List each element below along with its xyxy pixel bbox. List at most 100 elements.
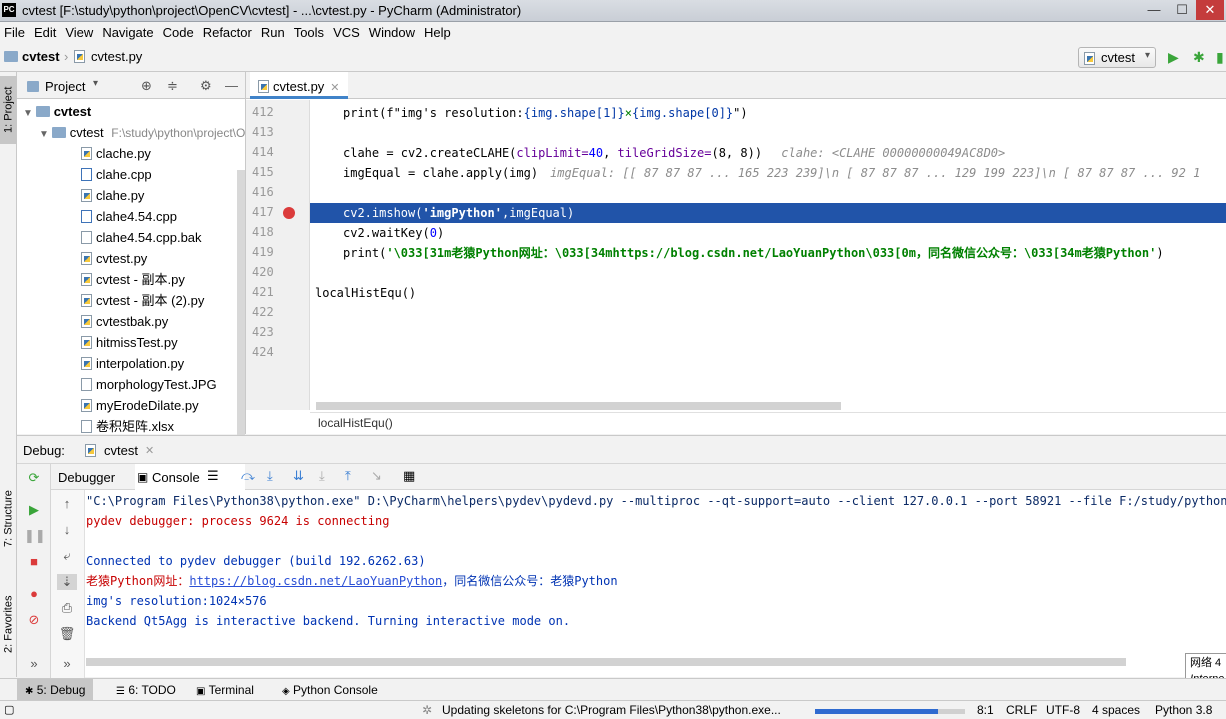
maximize-button[interactable]: ☐ bbox=[1168, 0, 1196, 20]
tree-file-item[interactable]: myErodeDilate.py bbox=[81, 395, 199, 416]
line-separator[interactable]: CRLF bbox=[1006, 703, 1037, 717]
code-line-417[interactable]: cv2.imshow('imgPython',imgEqual) bbox=[343, 203, 574, 223]
code-line-421[interactable]: localHistEqu() bbox=[315, 283, 416, 303]
mute-breakpoints-icon[interactable]: ⊘ bbox=[24, 612, 44, 628]
status-message[interactable]: Updating skeletons for C:\Program Files\… bbox=[442, 703, 781, 717]
more-icon[interactable]: » bbox=[24, 656, 44, 671]
menu-edit[interactable]: Edit bbox=[30, 22, 61, 40]
tree-file-item[interactable]: clahe.py bbox=[81, 185, 144, 206]
close-icon[interactable]: ✕ bbox=[145, 444, 154, 457]
editor-horizontal-scrollbar[interactable] bbox=[316, 402, 841, 410]
menu-code[interactable]: Code bbox=[159, 22, 199, 40]
locate-target-icon[interactable]: ⊕ bbox=[141, 78, 152, 94]
console-horizontal-scrollbar[interactable] bbox=[86, 658, 1126, 666]
menu-help[interactable]: Help bbox=[420, 22, 456, 40]
evaluate-expression-icon[interactable]: ▦ bbox=[403, 468, 415, 484]
code-line-419[interactable]: print('\033[31m老猿Python网址：\033[34mhttps:… bbox=[343, 243, 1164, 263]
tree-file-item[interactable]: cvtest - 副本.py bbox=[81, 269, 185, 290]
indent-setting[interactable]: 4 spaces bbox=[1092, 703, 1140, 717]
tab-structure[interactable]: 7: Structure bbox=[0, 484, 17, 554]
close-icon[interactable]: ✕ bbox=[330, 82, 339, 94]
resume-icon[interactable]: ▶ bbox=[24, 502, 44, 518]
show-execution-point-icon[interactable]: ⤼ bbox=[241, 468, 255, 484]
line-number: 415 bbox=[252, 165, 274, 179]
scroll-to-end-icon[interactable]: ⇣ bbox=[57, 574, 77, 590]
code-line-412[interactable]: print(f"img's resolution:{img.shape[1]}×… bbox=[343, 103, 748, 123]
tree-file-item[interactable]: clahe4.54.cpp bbox=[81, 206, 177, 227]
tree-folder[interactable]: ▼ cvtest F:\study\python\project\OpenCV\… bbox=[39, 122, 245, 143]
close-button[interactable]: ✕ bbox=[1196, 0, 1224, 20]
menu-view[interactable]: View bbox=[61, 22, 98, 40]
tab-terminal[interactable]: ▣ Terminal bbox=[188, 679, 262, 701]
rerun-icon[interactable]: ⟳ bbox=[24, 470, 44, 486]
step-over-icon[interactable]: ⤓ bbox=[267, 468, 273, 484]
menu-tools[interactable]: Tools bbox=[290, 22, 329, 40]
python-interpreter[interactable]: Python 3.8 bbox=[1155, 703, 1212, 717]
menu-lines-icon[interactable]: ☰ bbox=[207, 468, 219, 484]
editor-tab-cvtest[interactable]: cvtest.py ✕ bbox=[250, 72, 348, 99]
tree-file-item[interactable]: hitmissTest.py bbox=[81, 332, 178, 353]
tree-file-label: cvtest - 副本 (2).py bbox=[96, 293, 205, 308]
layout-toggle-icon[interactable]: ▢ bbox=[4, 703, 14, 716]
soft-wrap-icon[interactable]: ⤶ bbox=[57, 548, 77, 564]
tree-file-item[interactable]: clache.py bbox=[81, 143, 151, 164]
project-scrollbar[interactable] bbox=[237, 170, 245, 440]
tree-file-item[interactable]: morphologyTest.JPG bbox=[81, 374, 217, 395]
project-panel-title[interactable]: Project bbox=[45, 79, 85, 94]
menu-vcs[interactable]: VCS bbox=[329, 22, 365, 40]
run-icon[interactable]: ▶ bbox=[1168, 49, 1179, 66]
coverage-icon[interactable]: ▮ bbox=[1216, 49, 1224, 66]
tab-project[interactable]: 1: Project bbox=[0, 76, 17, 144]
step-out-icon[interactable]: ⤒ bbox=[345, 468, 351, 484]
tab-favorites[interactable]: 2: Favorites bbox=[0, 584, 17, 664]
tree-file-item[interactable]: clahe4.54.cpp.bak bbox=[81, 227, 202, 248]
collapse-all-icon[interactable]: ≑ bbox=[167, 78, 178, 94]
tree-file-item[interactable]: interpolation.py bbox=[81, 353, 184, 374]
code-line-418[interactable]: cv2.waitKey(0) bbox=[343, 223, 444, 243]
chevron-down-icon[interactable]: ▾ bbox=[93, 78, 98, 89]
tree-root[interactable]: ▼ cvtest bbox=[23, 101, 91, 122]
tree-file-item[interactable]: 卷积矩阵.xlsx bbox=[81, 416, 174, 437]
console-output[interactable]: "C:\Program Files\Python38\python.exe" D… bbox=[86, 490, 1226, 678]
breakpoint-icon[interactable] bbox=[283, 207, 295, 219]
run-config-select[interactable]: cvtest ▾ bbox=[1078, 47, 1156, 68]
tab-console[interactable]: Console bbox=[152, 470, 200, 485]
tree-file-item[interactable]: cvtest.py bbox=[81, 248, 147, 269]
menu-run[interactable]: Run bbox=[257, 22, 290, 40]
debug-session-tab[interactable]: cvtest bbox=[104, 443, 138, 458]
tab-debug[interactable]: ✱ 5: Debug bbox=[17, 679, 94, 701]
tree-file-item[interactable]: cvtestbak.py bbox=[81, 311, 168, 332]
hide-panel-icon[interactable]: — bbox=[225, 78, 238, 93]
more-icon[interactable]: » bbox=[57, 656, 77, 671]
tree-file-item[interactable]: cvtest - 副本 (2).py bbox=[81, 290, 204, 311]
tab-python-console[interactable]: ◈ Python Console bbox=[274, 679, 386, 701]
file-encoding[interactable]: UTF-8 bbox=[1046, 703, 1080, 717]
menu-file[interactable]: File bbox=[0, 22, 30, 40]
tree-file-item[interactable]: clahe.cpp bbox=[81, 164, 152, 185]
step-into-my-code-icon[interactable]: ⤓ bbox=[319, 468, 325, 484]
caret-position[interactable]: 8:1 bbox=[977, 703, 994, 717]
menu-window[interactable]: Window bbox=[365, 22, 420, 40]
view-breakpoints-icon[interactable]: ● bbox=[24, 586, 44, 601]
tab-debugger[interactable]: Debugger bbox=[58, 470, 115, 485]
breadcrumb-project[interactable]: cvtest bbox=[22, 49, 60, 64]
debug-bug-icon[interactable]: ✱ bbox=[1193, 49, 1205, 66]
breadcrumb-file[interactable]: cvtest.py bbox=[91, 49, 142, 64]
minimize-button[interactable]: — bbox=[1140, 0, 1168, 20]
arrow-up-icon[interactable]: ↑ bbox=[57, 496, 77, 511]
trash-icon[interactable]: 🗑 bbox=[57, 626, 77, 642]
step-into-icon[interactable]: ⇊ bbox=[293, 468, 304, 484]
code-line-415[interactable]: imgEqual = clahe.apply(img) imgEqual: [[ … bbox=[343, 163, 1223, 183]
menu-refactor[interactable]: Refactor bbox=[199, 22, 257, 40]
arrow-down-icon[interactable]: ↓ bbox=[57, 522, 77, 537]
menu-navigate[interactable]: Navigate bbox=[98, 22, 158, 40]
run-to-cursor-icon[interactable]: ↘ bbox=[371, 468, 382, 484]
print-icon[interactable]: ⎙ bbox=[57, 600, 77, 616]
gear-icon[interactable]: ⚙ bbox=[200, 78, 212, 94]
editor-breadcrumb[interactable]: localHistEqu() bbox=[310, 412, 1226, 434]
code-line-414[interactable]: clahe = cv2.createCLAHE(clipLimit=40, ti… bbox=[343, 143, 1005, 163]
pause-icon[interactable]: ❚❚ bbox=[24, 528, 46, 544]
stop-icon[interactable]: ■ bbox=[24, 554, 44, 569]
tab-todo[interactable]: ☰ 6: TODO bbox=[108, 679, 184, 701]
console-link[interactable]: https://blog.csdn.net/LaoYuanPython bbox=[189, 574, 442, 588]
